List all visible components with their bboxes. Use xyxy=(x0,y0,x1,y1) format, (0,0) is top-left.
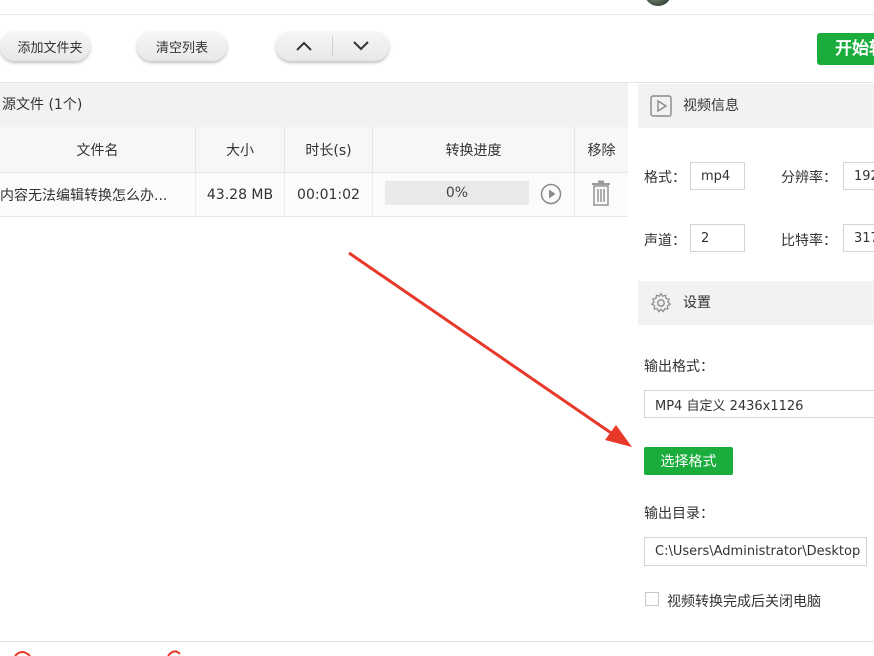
output-dir-field[interactable]: C:\Users\Administrator\Desktop xyxy=(644,537,867,566)
channel-label: 声道： xyxy=(644,233,686,249)
move-buttons xyxy=(276,31,389,61)
column-filename[interactable]: 文件名 xyxy=(0,127,196,172)
progress-bar: 0% xyxy=(385,181,529,205)
output-format-label: 输出格式： xyxy=(644,359,714,375)
gear-icon xyxy=(650,292,672,313)
chevron-down-icon xyxy=(353,41,369,51)
resolution-field: 1920x1080 xyxy=(843,162,874,190)
bitrate-value: 3179 kbps xyxy=(854,230,874,246)
avatar[interactable] xyxy=(645,0,671,6)
start-label: 开始转换 xyxy=(835,39,874,59)
bottom-red-mark-right xyxy=(167,650,181,656)
clear-list-button[interactable]: 清空列表 xyxy=(137,31,227,61)
select-format-label: 选择格式 xyxy=(660,454,717,470)
format-value: mp4 xyxy=(701,168,731,184)
table-row[interactable]: 内容无法编辑转换怎么办... 43.28 MB 00:01:02 xyxy=(0,173,628,217)
column-duration[interactable]: 时长(s) xyxy=(285,127,373,172)
source-files-label: 源文件 (1个) xyxy=(2,97,83,113)
resolution-value: 1920x1080 xyxy=(854,168,874,184)
table-header: 文件名 大小 时长(s) 转换进度 移除 xyxy=(0,127,628,173)
output-format-value: MP4 自定义 2436x1126 xyxy=(655,398,804,414)
bottom-divider xyxy=(0,641,874,642)
bottom-red-mark-left xyxy=(14,651,31,656)
output-format-field[interactable]: MP4 自定义 2436x1126 xyxy=(644,390,874,418)
video-play-icon xyxy=(650,95,672,117)
chevron-up-icon xyxy=(296,41,312,51)
column-progress[interactable]: 转换进度 xyxy=(373,127,575,172)
column-size[interactable]: 大小 xyxy=(196,127,285,172)
resolution-label: 分辨率： xyxy=(781,170,837,186)
trash-icon[interactable] xyxy=(590,180,612,206)
settings-header: 设置 xyxy=(638,281,874,325)
play-icon[interactable] xyxy=(540,183,562,205)
bitrate-field: 3179 kbps xyxy=(843,224,874,252)
select-format-button[interactable]: 选择格式 xyxy=(644,447,733,475)
progress-text: 0% xyxy=(445,185,469,201)
move-down-button[interactable] xyxy=(333,31,389,61)
shutdown-checkbox[interactable] xyxy=(645,592,659,606)
file-name: 内容无法编辑转换怎么办... xyxy=(0,173,196,216)
bitrate-label: 比特率： xyxy=(781,233,837,249)
shutdown-label: 视频转换完成后关闭电脑 xyxy=(667,594,821,610)
video-info-header: 视频信息 xyxy=(638,84,874,128)
top-divider xyxy=(0,14,874,15)
add-folder-label: 添加文件夹 xyxy=(17,40,83,56)
file-size: 43.28 MB xyxy=(196,173,285,216)
video-info-title: 视频信息 xyxy=(683,98,739,114)
column-remove: 移除 xyxy=(587,142,616,159)
format-label: 格式： xyxy=(644,170,686,186)
settings-title: 设置 xyxy=(683,295,711,311)
output-dir-label: 输出目录： xyxy=(644,506,714,522)
source-files-header: 源文件 (1个) xyxy=(0,83,628,127)
format-field: mp4 xyxy=(690,162,745,190)
clear-list-label: 清空列表 xyxy=(155,40,208,56)
start-conversion-button[interactable]: 开始转换 xyxy=(817,33,874,65)
channel-value: 2 xyxy=(701,230,710,246)
channel-field: 2 xyxy=(690,224,745,252)
file-duration: 00:01:02 xyxy=(285,173,373,216)
move-up-button[interactable] xyxy=(276,31,332,61)
output-dir-value: C:\Users\Administrator\Desktop xyxy=(655,544,861,559)
add-folder-button[interactable]: 添加文件夹 xyxy=(0,31,90,61)
